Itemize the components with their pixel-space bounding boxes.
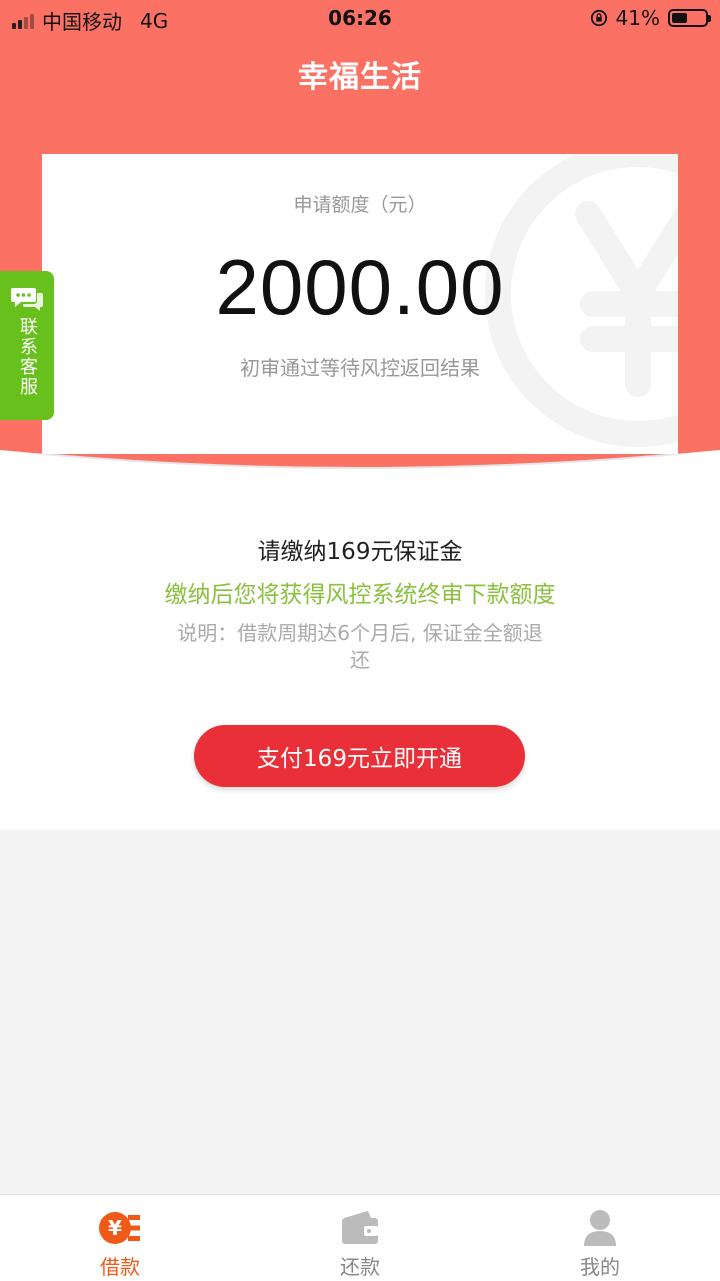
rotation-lock-icon [590,9,607,27]
status-right: 41% [590,6,711,30]
tab-bar: ¥ 借款 还款 我的 [0,1194,720,1281]
deposit-note: 说明：借款周期达6个月后, 保证金全额退还 [177,621,543,672]
review-status: 初审通过等待风控返回结果 [240,356,480,380]
credit-amount: 2000.00 [215,243,505,331]
tab-label: 还款 [340,1255,380,1279]
user-icon [584,1210,616,1246]
customer-service-label: 联系客服 [17,317,38,397]
tab-label: 我的 [580,1255,620,1279]
chat-icon [11,288,43,311]
tab-mine[interactable]: 我的 [480,1195,720,1281]
tab-repay[interactable]: 还款 [240,1195,480,1281]
deposit-hint: 缴纳后您将获得风控系统终审下款额度 [164,582,556,608]
battery-percent: 41% [615,6,660,30]
wallet-icon [342,1211,378,1244]
loan-icon: ¥ [99,1212,140,1244]
pay-button[interactable]: 支付169元立即开通 [194,725,525,787]
status-bar: 中国移动 4G 06:26 41% [0,0,720,38]
credit-card: 申请额度（元） 2000.00 初审通过等待风控返回结果 [42,154,678,454]
customer-service-button[interactable]: 联系客服 [0,271,54,420]
battery-icon [668,9,711,27]
amount-label: 申请额度（元） [293,194,427,216]
tab-loan[interactable]: ¥ 借款 [0,1195,240,1281]
page-title: 幸福生活 [298,60,422,95]
svg-text:¥: ¥ [108,1216,122,1240]
deposit-title: 请缴纳169元保证金 [257,539,463,565]
tab-label: 借款 [100,1255,140,1279]
